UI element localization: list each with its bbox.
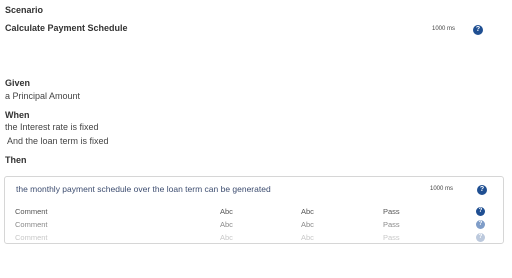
value-cell: Abc — [301, 220, 314, 229]
when-heading: When — [5, 110, 30, 120]
value-cell: Abc — [301, 207, 314, 216]
scenario-help-icon[interactable]: ? — [473, 25, 483, 35]
table-row: Comment Abc Abc Pass ? — [5, 220, 503, 232]
table-row: Comment Abc Abc Pass ? — [5, 207, 503, 219]
row-help-icon[interactable]: ? — [476, 220, 485, 229]
comment-cell: Comment — [15, 207, 48, 216]
given-heading: Given — [5, 78, 31, 88]
scenario-heading: Scenario — [5, 5, 44, 15]
then-step-help-icon[interactable]: ? — [477, 185, 487, 195]
status-cell: Pass — [383, 207, 400, 216]
value-cell: Abc — [220, 233, 233, 242]
when-line: And the loan term is fixed — [7, 136, 109, 146]
then-step-panel: the monthly payment schedule over the lo… — [4, 176, 504, 244]
value-cell: Abc — [220, 220, 233, 229]
row-help-icon[interactable]: ? — [476, 233, 485, 242]
row-help-icon[interactable]: ? — [476, 207, 485, 216]
when-line: the Interest rate is fixed — [5, 122, 99, 132]
status-cell: Pass — [383, 233, 400, 242]
then-heading: Then — [5, 155, 27, 165]
scenario-title: Calculate Payment Schedule — [5, 23, 128, 33]
then-step-title: the monthly payment schedule over the lo… — [16, 184, 271, 194]
given-line: a Principal Amount — [5, 91, 81, 101]
comment-cell: Comment — [15, 233, 48, 242]
scenario-report: Scenario Calculate Payment Schedule 1000… — [0, 0, 512, 278]
value-cell: Abc — [220, 207, 233, 216]
status-cell: Pass — [383, 220, 400, 229]
then-step-timing: 1000 ms — [430, 186, 454, 192]
value-cell: Abc — [301, 233, 314, 242]
comment-cell: Comment — [15, 220, 48, 229]
scenario-timing: 1000 ms — [432, 26, 456, 32]
table-row: Comment Abc Abc Pass ? — [5, 233, 503, 245]
